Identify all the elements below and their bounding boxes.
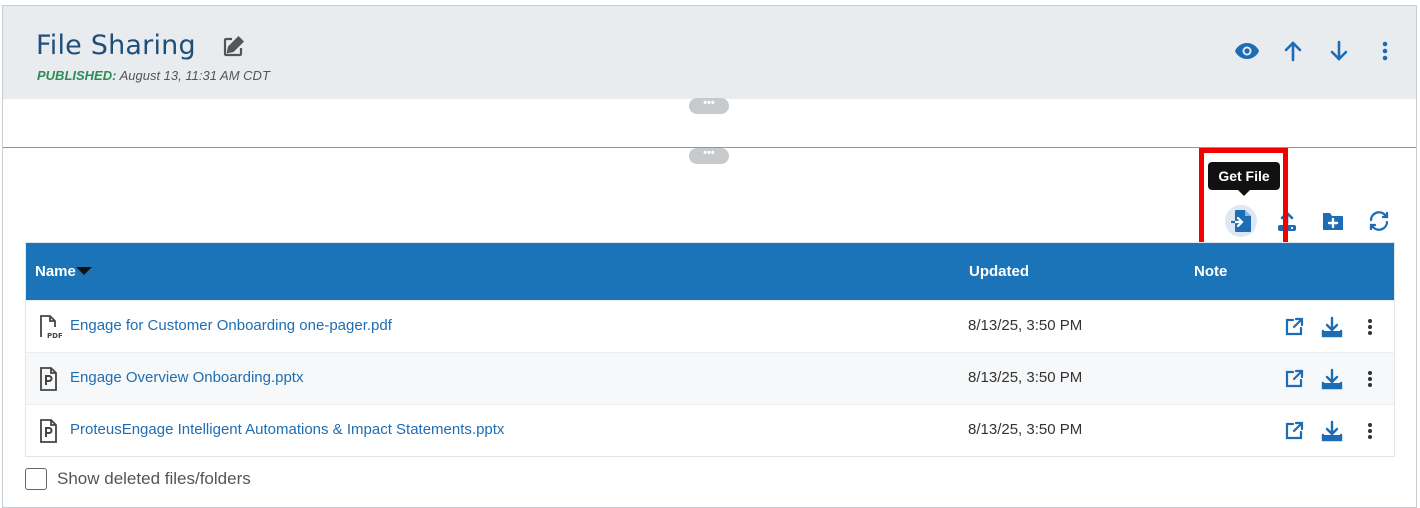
row-kebab-icon[interactable]	[1358, 315, 1382, 339]
table-header: Name Updated Note	[26, 243, 1394, 300]
show-deleted-toggle[interactable]: Show deleted files/folders	[25, 468, 251, 490]
show-deleted-checkbox[interactable]	[25, 468, 47, 490]
column-header-name[interactable]: Name	[35, 263, 92, 280]
file-toolbar	[1225, 205, 1395, 237]
upload-button[interactable]	[1271, 205, 1303, 237]
file-name-link[interactable]: Engage Overview Onboarding.pptx	[70, 369, 303, 386]
folder-plus-icon	[1323, 213, 1343, 230]
published-label: PUBLISHED:	[37, 68, 117, 83]
show-deleted-label: Show deleted files/folders	[57, 469, 251, 488]
pdf-file-icon: PDF	[38, 314, 63, 340]
row-actions	[1282, 315, 1382, 339]
get-file-icon	[1230, 210, 1251, 232]
file-name-link[interactable]: ProteusEngage Intelligent Automations & …	[70, 421, 504, 438]
open-external-icon[interactable]	[1282, 367, 1306, 391]
file-name-link[interactable]: Engage for Customer Onboarding one-pager…	[70, 317, 392, 334]
arrow-down-icon[interactable]	[1326, 38, 1352, 64]
pptx-file-icon	[38, 418, 60, 444]
row-actions	[1282, 367, 1382, 391]
open-external-icon[interactable]	[1282, 419, 1306, 443]
row-kebab-icon[interactable]	[1358, 367, 1382, 391]
kebab-menu-icon[interactable]	[1372, 38, 1398, 64]
tooltip-get-file: Get File	[1208, 162, 1280, 196]
sort-desc-icon	[75, 266, 92, 275]
pptx-file-icon	[38, 366, 60, 392]
file-updated: 8/13/25, 3:50 PM	[968, 369, 1083, 386]
section-handle-bottom[interactable]: •••	[689, 148, 729, 164]
refresh-button[interactable]	[1363, 205, 1395, 237]
panel-header: File Sharing PUBLISHED: August 13, 11:31…	[3, 6, 1416, 99]
file-updated: 8/13/25, 3:50 PM	[968, 317, 1083, 334]
download-icon[interactable]	[1320, 367, 1344, 391]
get-file-button[interactable]	[1225, 205, 1257, 237]
table-row[interactable]: PDF Engage for Customer Onboarding one-p…	[26, 300, 1394, 352]
eye-icon[interactable]	[1234, 38, 1260, 64]
table-row[interactable]: ProteusEngage Intelligent Automations & …	[26, 404, 1394, 456]
refresh-icon	[1369, 211, 1389, 231]
row-kebab-icon[interactable]	[1358, 419, 1382, 443]
column-header-note[interactable]: Note	[1194, 263, 1227, 280]
file-updated: 8/13/25, 3:50 PM	[968, 421, 1083, 438]
table-row[interactable]: Engage Overview Onboarding.pptx 8/13/25,…	[26, 352, 1394, 404]
upload-icon	[1278, 211, 1296, 231]
download-icon[interactable]	[1320, 315, 1344, 339]
edit-pencil-icon[interactable]	[221, 35, 245, 59]
open-external-icon[interactable]	[1282, 315, 1306, 339]
section-handle-top[interactable]: •••	[689, 98, 729, 114]
header-actions	[1234, 38, 1398, 64]
column-header-updated[interactable]: Updated	[969, 263, 1029, 280]
download-icon[interactable]	[1320, 419, 1344, 443]
published-date: August 13, 11:31 AM CDT	[119, 68, 270, 83]
file-table: Name Updated Note PDF Engage for Custome…	[25, 242, 1395, 457]
page-title: File Sharing	[36, 30, 196, 61]
arrow-up-icon[interactable]	[1280, 38, 1306, 64]
published-status: PUBLISHED: August 13, 11:31 AM CDT	[37, 68, 270, 83]
svg-text:PDF: PDF	[47, 332, 62, 340]
row-actions	[1282, 419, 1382, 443]
file-sharing-panel: File Sharing PUBLISHED: August 13, 11:31…	[2, 5, 1417, 508]
new-folder-button[interactable]	[1317, 205, 1349, 237]
